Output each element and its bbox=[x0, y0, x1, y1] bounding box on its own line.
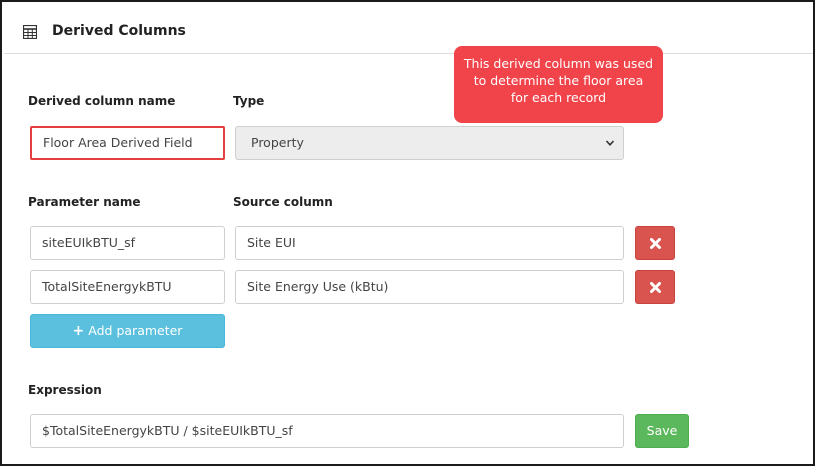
derived-name-label: Derived column name bbox=[28, 94, 176, 108]
plus-icon: + bbox=[72, 323, 85, 339]
add-parameter-button[interactable]: + Add parameter bbox=[30, 314, 225, 348]
remove-parameter-button[interactable] bbox=[635, 270, 675, 304]
derived-name-input[interactable]: Floor Area Derived Field bbox=[30, 126, 225, 160]
parameter-name-input[interactable]: siteEUIkBTU_sf bbox=[30, 226, 225, 260]
chevron-down-icon bbox=[605, 140, 615, 146]
type-select-value: Property bbox=[251, 135, 304, 150]
expression-input[interactable]: $TotalSiteEnergykBTU / $siteEUIkBTU_sf bbox=[30, 414, 624, 448]
callout-line: This derived column was used bbox=[463, 56, 654, 71]
annotation-callout: This derived column was used to determin… bbox=[454, 46, 663, 123]
add-parameter-label: Add parameter bbox=[88, 323, 183, 338]
parameter-name-label: Parameter name bbox=[28, 195, 141, 209]
expression-label: Expression bbox=[28, 383, 102, 397]
close-icon bbox=[650, 238, 661, 249]
panel-title: Derived Columns bbox=[52, 23, 186, 39]
panel-header: Derived Columns bbox=[4, 4, 813, 54]
remove-parameter-button[interactable] bbox=[635, 226, 675, 260]
source-column-input[interactable]: Site EUI bbox=[235, 226, 624, 260]
callout-line: for each record bbox=[510, 90, 607, 105]
close-icon bbox=[650, 282, 661, 293]
table-grid-icon bbox=[23, 25, 37, 39]
callout-line: to determine the floor area bbox=[473, 73, 644, 88]
parameter-name-input[interactable]: TotalSiteEnergykBTU bbox=[30, 270, 225, 304]
type-select[interactable]: Property bbox=[235, 126, 624, 160]
source-column-label: Source column bbox=[233, 195, 333, 209]
source-column-input[interactable]: Site Energy Use (kBtu) bbox=[235, 270, 624, 304]
type-label: Type bbox=[233, 94, 265, 108]
save-button[interactable]: Save bbox=[635, 414, 689, 448]
derived-columns-panel: Derived Columns Derived column name Type… bbox=[0, 0, 815, 466]
